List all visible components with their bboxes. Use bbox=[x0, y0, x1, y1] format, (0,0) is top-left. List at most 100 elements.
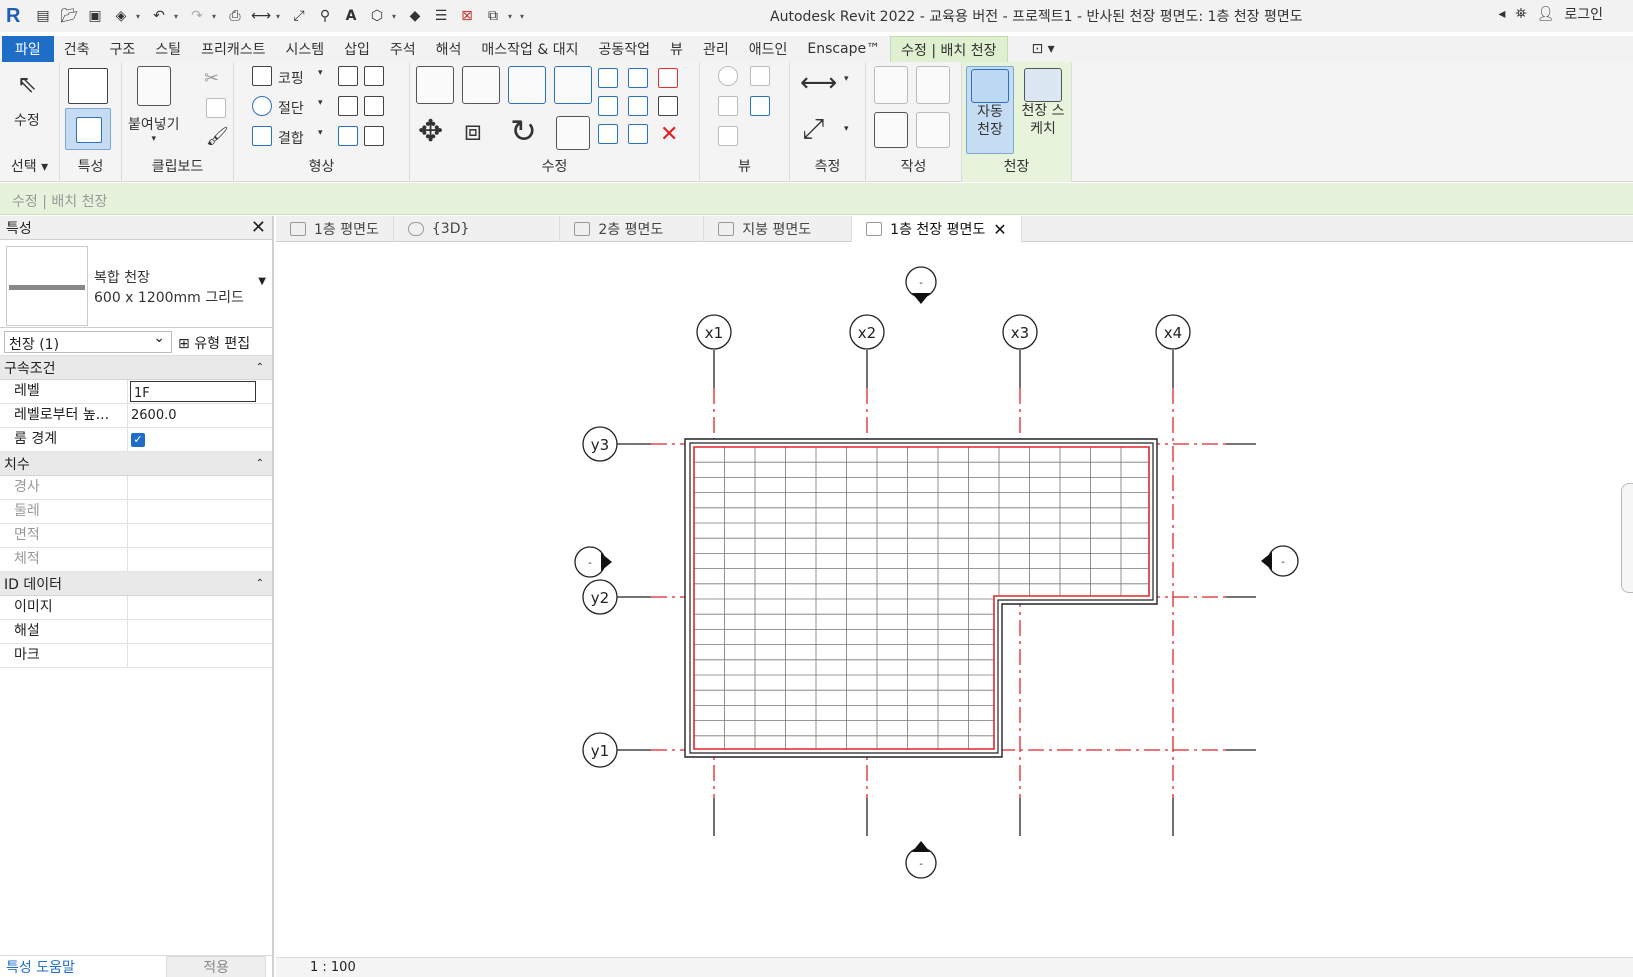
redo-dropdown-icon[interactable]: ▾ bbox=[212, 12, 220, 21]
sync-dropdown-icon[interactable]: ▾ bbox=[136, 12, 144, 21]
tab-architecture[interactable]: 건축 bbox=[54, 36, 100, 62]
revit-logo-icon[interactable]: R bbox=[6, 5, 28, 28]
text-icon[interactable]: A bbox=[340, 5, 362, 27]
split-element-icon[interactable] bbox=[598, 68, 618, 88]
cut-geometry-button[interactable]: 절단 bbox=[278, 98, 304, 118]
measure-dropdown-icon-2[interactable]: ▾ bbox=[844, 74, 849, 84]
ceiling-plan-drawing[interactable]: x1 x2 x3 x4 y3 y2 y1 - - - - bbox=[276, 243, 1633, 957]
copy-elements-icon[interactable]: ⧈ bbox=[464, 114, 482, 148]
beam-joins-icon[interactable] bbox=[338, 96, 358, 116]
align-icon[interactable] bbox=[416, 66, 454, 104]
customize-qat-icon[interactable]: ▾ bbox=[520, 12, 528, 21]
tab-insert[interactable]: 삽입 bbox=[334, 36, 380, 62]
dimension-dropdown-icon[interactable]: ▾ bbox=[844, 124, 849, 134]
undo-dropdown-icon[interactable]: ▾ bbox=[174, 12, 182, 21]
apply-button[interactable]: 적용 bbox=[166, 955, 266, 977]
cut-geometry-icon[interactable] bbox=[252, 96, 272, 116]
rotate-icon[interactable]: ↻ bbox=[510, 112, 537, 150]
override-graphics-icon[interactable] bbox=[750, 66, 770, 86]
filter-icon[interactable] bbox=[750, 96, 770, 116]
paste-button[interactable]: 붙여넣기 ▾ bbox=[128, 66, 180, 144]
thin-lines-icon[interactable]: ☰ bbox=[430, 5, 452, 27]
properties-toggle-button[interactable] bbox=[65, 108, 111, 150]
paint-icon[interactable] bbox=[338, 126, 358, 146]
collapse-icon[interactable]: ⌃ bbox=[256, 362, 264, 373]
paint-view-icon[interactable] bbox=[718, 126, 738, 146]
aligned-dimension-icon[interactable]: ⤢ bbox=[288, 5, 310, 27]
group-dimensions[interactable]: 치수 ⌃ bbox=[0, 452, 272, 476]
move-icon[interactable]: ✥ bbox=[418, 114, 443, 149]
tab-analyze[interactable]: 해석 bbox=[426, 36, 472, 62]
join-button[interactable]: 결합 bbox=[278, 128, 304, 148]
view-tab-roof-plan[interactable]: 지붕 평면도 bbox=[704, 216, 853, 242]
create-group-icon[interactable] bbox=[874, 112, 908, 148]
create-assembly-icon[interactable] bbox=[874, 66, 908, 104]
split-with-gap-icon[interactable] bbox=[628, 68, 648, 88]
open-icon[interactable]: 📂︎ bbox=[58, 5, 80, 27]
view-scale[interactable]: 1 : 100 bbox=[310, 960, 356, 975]
tab-steel[interactable]: 스틸 bbox=[145, 36, 191, 62]
unpin-icon[interactable] bbox=[658, 68, 678, 88]
tab-collaborate[interactable]: 공동작업 bbox=[589, 36, 661, 62]
linework-icon[interactable] bbox=[718, 96, 738, 116]
auto-ceiling-button[interactable]: 자동 천장 bbox=[966, 66, 1014, 154]
trim-extend-corner-icon[interactable] bbox=[556, 116, 590, 150]
tab-view[interactable]: 뷰 bbox=[660, 36, 693, 62]
tab-systems[interactable]: 시스템 bbox=[275, 36, 334, 62]
demolish-icon[interactable] bbox=[364, 126, 384, 146]
wall-joins-icon[interactable] bbox=[338, 66, 358, 86]
ribbon-display-toggle-icon[interactable]: ⊡ ▾ bbox=[1022, 36, 1065, 62]
edit-type-button[interactable]: ⊞ 유형 편집 bbox=[178, 333, 250, 353]
level-field[interactable]: 1F bbox=[130, 381, 256, 402]
switch-windows-icon[interactable]: ⧉ bbox=[482, 5, 504, 27]
section-icon[interactable]: ◆ bbox=[404, 5, 426, 27]
sync-icon[interactable]: ◈ bbox=[110, 5, 132, 27]
modify-button[interactable]: ⇖ 수정 bbox=[14, 70, 40, 130]
measure-dropdown-icon[interactable]: ▾ bbox=[276, 12, 284, 21]
cope-icon[interactable] bbox=[252, 66, 272, 86]
scale-icon[interactable] bbox=[628, 96, 648, 116]
collapse-icon[interactable]: ⌃ bbox=[256, 458, 264, 469]
view-tab-level1-plan[interactable]: 1층 평면도 bbox=[276, 216, 394, 242]
trim-extend-single-icon[interactable] bbox=[598, 124, 618, 144]
tab-structure[interactable]: 구조 bbox=[100, 36, 146, 62]
create-similar-icon[interactable] bbox=[916, 112, 950, 148]
redo-icon[interactable]: ↷ bbox=[186, 5, 208, 27]
group-constraints[interactable]: 구속조건 ⌃ bbox=[0, 356, 272, 380]
tab-modify-place-ceiling[interactable]: 수정 | 배치 천장 bbox=[890, 36, 1008, 62]
image-field[interactable] bbox=[128, 596, 272, 619]
mirror-pick-axis-icon[interactable] bbox=[508, 66, 546, 104]
tab-addins[interactable]: 애드인 bbox=[739, 36, 798, 62]
type-selector[interactable]: 복합 천장 600 x 1200mm 그리드 ▼ bbox=[0, 240, 272, 328]
close-hidden-windows-icon[interactable]: ⊠ bbox=[456, 5, 478, 27]
login-button[interactable]: 로그인 bbox=[1564, 4, 1603, 24]
panel-select-label[interactable]: 선택 ▾ bbox=[0, 156, 59, 176]
close-tab-icon[interactable]: ✕ bbox=[993, 220, 1006, 239]
array-icon[interactable] bbox=[598, 96, 618, 116]
user-icon[interactable]: 👤︎ bbox=[1537, 6, 1555, 22]
match-properties-icon[interactable]: 🖌︎ bbox=[206, 126, 229, 147]
tab-enscape[interactable]: Enscape™ bbox=[797, 36, 890, 62]
undo-icon[interactable]: ↶ bbox=[148, 5, 170, 27]
tab-manage[interactable]: 관리 bbox=[693, 36, 739, 62]
create-parts-icon[interactable] bbox=[916, 66, 950, 104]
print-icon[interactable]: ⎙ bbox=[224, 5, 246, 27]
type-dropdown-icon[interactable]: ▼ bbox=[258, 276, 266, 287]
comments-field[interactable] bbox=[128, 620, 272, 643]
height-offset-field[interactable]: 2600.0 bbox=[128, 404, 272, 427]
collapse-icon[interactable]: ⌃ bbox=[256, 578, 264, 589]
3d-dropdown-icon[interactable]: ▾ bbox=[392, 12, 400, 21]
tab-precast[interactable]: 프리캐스트 bbox=[191, 36, 275, 62]
cut-icon[interactable]: ✂ bbox=[204, 68, 219, 89]
group-identity-data[interactable]: ID 데이터 ⌃ bbox=[0, 572, 272, 596]
tab-file[interactable]: 파일 bbox=[2, 36, 54, 62]
tag-icon[interactable]: ⚲ bbox=[314, 5, 336, 27]
view-tab-level1-ceiling-plan[interactable]: 1층 천장 평면도 ✕ bbox=[852, 216, 1022, 242]
measure-between-refs-icon[interactable]: ⟷ bbox=[800, 68, 837, 98]
trim-extend-multiple-icon[interactable] bbox=[628, 124, 648, 144]
join-icon[interactable] bbox=[252, 126, 272, 146]
cope-dropdown-icon[interactable]: ▾ bbox=[318, 68, 323, 78]
view-tab-level2-plan[interactable]: 2층 평면도 bbox=[560, 216, 705, 242]
expand-left-icon[interactable]: ◂ bbox=[1498, 6, 1505, 22]
save-icon[interactable]: ▣ bbox=[84, 5, 106, 27]
